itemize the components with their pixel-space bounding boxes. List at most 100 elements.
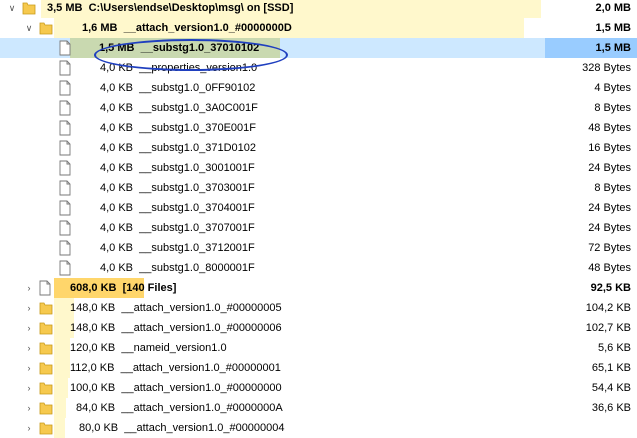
row-label: 112,0 KB __attach_version1.0_#00000001 xyxy=(70,358,281,378)
chevron-right-icon[interactable]: › xyxy=(23,358,35,378)
tree-row[interactable]: › 608,0 KB [140 Files] 92,5 KB xyxy=(0,278,637,298)
row-total: 24 Bytes xyxy=(588,162,631,174)
row-size: 120,0 KB xyxy=(70,342,116,354)
row-label: 4,0 KB __substg1.0_3001001F xyxy=(100,158,255,178)
row-label: 4,0 KB __substg1.0_3707001F xyxy=(100,218,255,238)
folder-icon xyxy=(39,380,53,396)
tree-row[interactable]: › 84,0 KB __attach_version1.0_#0000000A 36… xyxy=(0,398,637,418)
row-size: 4,0 KB xyxy=(100,262,134,274)
tree-row[interactable]: ∨ 1,6 MB __attach_version1.0_#0000000D 1,5… xyxy=(0,18,637,38)
row-name: __substg1.0_3001001F xyxy=(139,162,255,174)
row-name: __substg1.0_3704001F xyxy=(139,202,255,214)
row-total: 102,7 KB xyxy=(585,322,631,334)
tree-row[interactable]: 4,0 KB __substg1.0_8000001F 48 Bytes xyxy=(0,258,637,278)
row-label: 4,0 KB __substg1.0_8000001F xyxy=(100,258,255,278)
chevron-right-icon[interactable]: › xyxy=(23,378,35,398)
size-bar xyxy=(54,338,70,358)
tree-row[interactable]: › 148,0 KB __attach_version1.0_#00000005 1… xyxy=(0,298,637,318)
tree-row[interactable]: 4,0 KB __properties_version1.0 328 Bytes xyxy=(0,58,637,78)
row-label: 84,0 KB __attach_version1.0_#0000000A xyxy=(76,398,283,418)
row-name: __attach_version1.0_#00000005 xyxy=(121,302,282,314)
file-icon xyxy=(59,200,71,216)
row-name: C:\Users\endse\Desktop\msg\ on [SSD] xyxy=(88,2,294,14)
tree-row[interactable]: 4,0 KB __substg1.0_0FF90102 4 Bytes xyxy=(0,78,637,98)
row-size: 1,6 MB xyxy=(82,22,118,34)
row-label: 4,0 KB __substg1.0_0FF90102 xyxy=(100,78,255,98)
tree-row[interactable]: › 100,0 KB __attach_version1.0_#00000000 5… xyxy=(0,378,637,398)
row-total: 104,2 KB xyxy=(585,302,631,314)
row-total: 4 Bytes xyxy=(594,82,631,94)
row-size: 100,0 KB xyxy=(70,382,116,394)
row-total: 36,6 KB xyxy=(591,402,631,414)
tree-row[interactable]: 1,5 MB __substg1.0_37010102 1,5 MB xyxy=(0,38,637,58)
row-label: 148,0 KB __attach_version1.0_#00000005 xyxy=(70,298,282,318)
row-label: 120,0 KB __nameid_version1.0 xyxy=(70,338,227,358)
row-name: __attach_version1.0_#0000000A xyxy=(121,402,283,414)
row-label: 1,6 MB __attach_version1.0_#0000000D xyxy=(82,18,292,38)
row-name: __substg1.0_8000001F xyxy=(139,262,255,274)
chevron-right-icon[interactable]: › xyxy=(23,338,35,358)
row-name: __substg1.0_3707001F xyxy=(139,222,255,234)
row-size: 148,0 KB xyxy=(70,322,116,334)
chevron-right-icon[interactable]: › xyxy=(23,398,35,418)
row-total: 16 Bytes xyxy=(588,142,631,154)
row-total: 8 Bytes xyxy=(594,102,631,114)
row-total: 92,5 KB xyxy=(590,282,631,294)
file-icon xyxy=(59,140,71,156)
tree-row[interactable]: › 120,0 KB __nameid_version1.0 5,6 KB xyxy=(0,338,637,358)
tree-row[interactable]: 4,0 KB __substg1.0_370E001F 48 Bytes xyxy=(0,118,637,138)
row-name: __substg1.0_3712001F xyxy=(139,242,255,254)
tree-row[interactable]: ∨ 3,5 MB C:\Users\endse\Desktop\msg\ on [… xyxy=(0,0,637,18)
row-name: __attach_version1.0_#0000000D xyxy=(123,22,292,34)
row-name: __substg1.0_371D0102 xyxy=(139,142,256,154)
row-total: 1,5 MB xyxy=(595,42,631,54)
size-bar xyxy=(54,398,66,418)
tree-row[interactable]: 4,0 KB __substg1.0_3001001F 24 Bytes xyxy=(0,158,637,178)
chevron-right-icon[interactable]: › xyxy=(23,278,35,298)
tree-row[interactable]: 4,0 KB __substg1.0_3703001F 8 Bytes xyxy=(0,178,637,198)
chevron-down-icon[interactable]: ∨ xyxy=(23,18,35,38)
row-total: 5,6 KB xyxy=(597,342,631,354)
row-total: 54,4 KB xyxy=(591,382,631,394)
row-label: 3,5 MB C:\Users\endse\Desktop\msg\ on [S… xyxy=(47,0,293,18)
row-label: 148,0 KB __attach_version1.0_#00000006 xyxy=(70,318,282,338)
row-total: 24 Bytes xyxy=(588,222,631,234)
tree-row[interactable]: 4,0 KB __substg1.0_3704001F 24 Bytes xyxy=(0,198,637,218)
row-label: 1,5 MB __substg1.0_37010102 xyxy=(99,38,259,58)
tree-row[interactable]: 4,0 KB __substg1.0_3A0C001F 8 Bytes xyxy=(0,98,637,118)
folder-icon xyxy=(39,340,53,356)
tree-row[interactable]: 4,0 KB __substg1.0_3707001F 24 Bytes xyxy=(0,218,637,238)
chevron-right-icon[interactable]: › xyxy=(23,418,35,438)
file-icon xyxy=(59,100,71,116)
tree-row[interactable]: › 148,0 KB __attach_version1.0_#00000006 1… xyxy=(0,318,637,338)
folder-icon xyxy=(39,300,53,316)
row-size: 4,0 KB xyxy=(100,82,134,94)
file-icon xyxy=(59,260,71,276)
row-label: 4,0 KB __substg1.0_371D0102 xyxy=(100,138,256,158)
row-size: 4,0 KB xyxy=(100,222,134,234)
tree-row[interactable]: › 80,0 KB __attach_version1.0_#00000004 xyxy=(0,418,637,438)
row-size: 4,0 KB xyxy=(100,202,134,214)
tree-row[interactable]: 4,0 KB __substg1.0_3712001F 72 Bytes xyxy=(0,238,637,258)
row-size: 4,0 KB xyxy=(100,102,134,114)
row-size: 1,5 MB xyxy=(99,42,135,54)
row-total: 8 Bytes xyxy=(594,182,631,194)
chevron-right-icon[interactable]: › xyxy=(23,298,35,318)
tree-row[interactable]: › 112,0 KB __attach_version1.0_#00000001 6… xyxy=(0,358,637,378)
row-size: 4,0 KB xyxy=(100,162,134,174)
chevron-right-icon[interactable]: › xyxy=(23,318,35,338)
size-bar xyxy=(54,378,68,398)
row-label: 4,0 KB __properties_version1.0 xyxy=(100,58,257,78)
row-name: __attach_version1.0_#00000004 xyxy=(124,422,285,434)
tree-row[interactable]: 4,0 KB __substg1.0_371D0102 16 Bytes xyxy=(0,138,637,158)
row-total: 24 Bytes xyxy=(588,202,631,214)
row-name: __substg1.0_37010102 xyxy=(140,42,260,54)
row-label: 4,0 KB __substg1.0_3704001F xyxy=(100,198,255,218)
folder-icon xyxy=(39,420,53,436)
row-label: 4,0 KB __substg1.0_3703001F xyxy=(100,178,255,198)
chevron-down-icon[interactable]: ∨ xyxy=(6,0,18,18)
row-size: 608,0 KB xyxy=(70,282,117,294)
row-label: 4,0 KB __substg1.0_3A0C001F xyxy=(100,98,258,118)
row-label: 80,0 KB __attach_version1.0_#00000004 xyxy=(79,418,285,438)
row-size: 4,0 KB xyxy=(100,142,134,154)
